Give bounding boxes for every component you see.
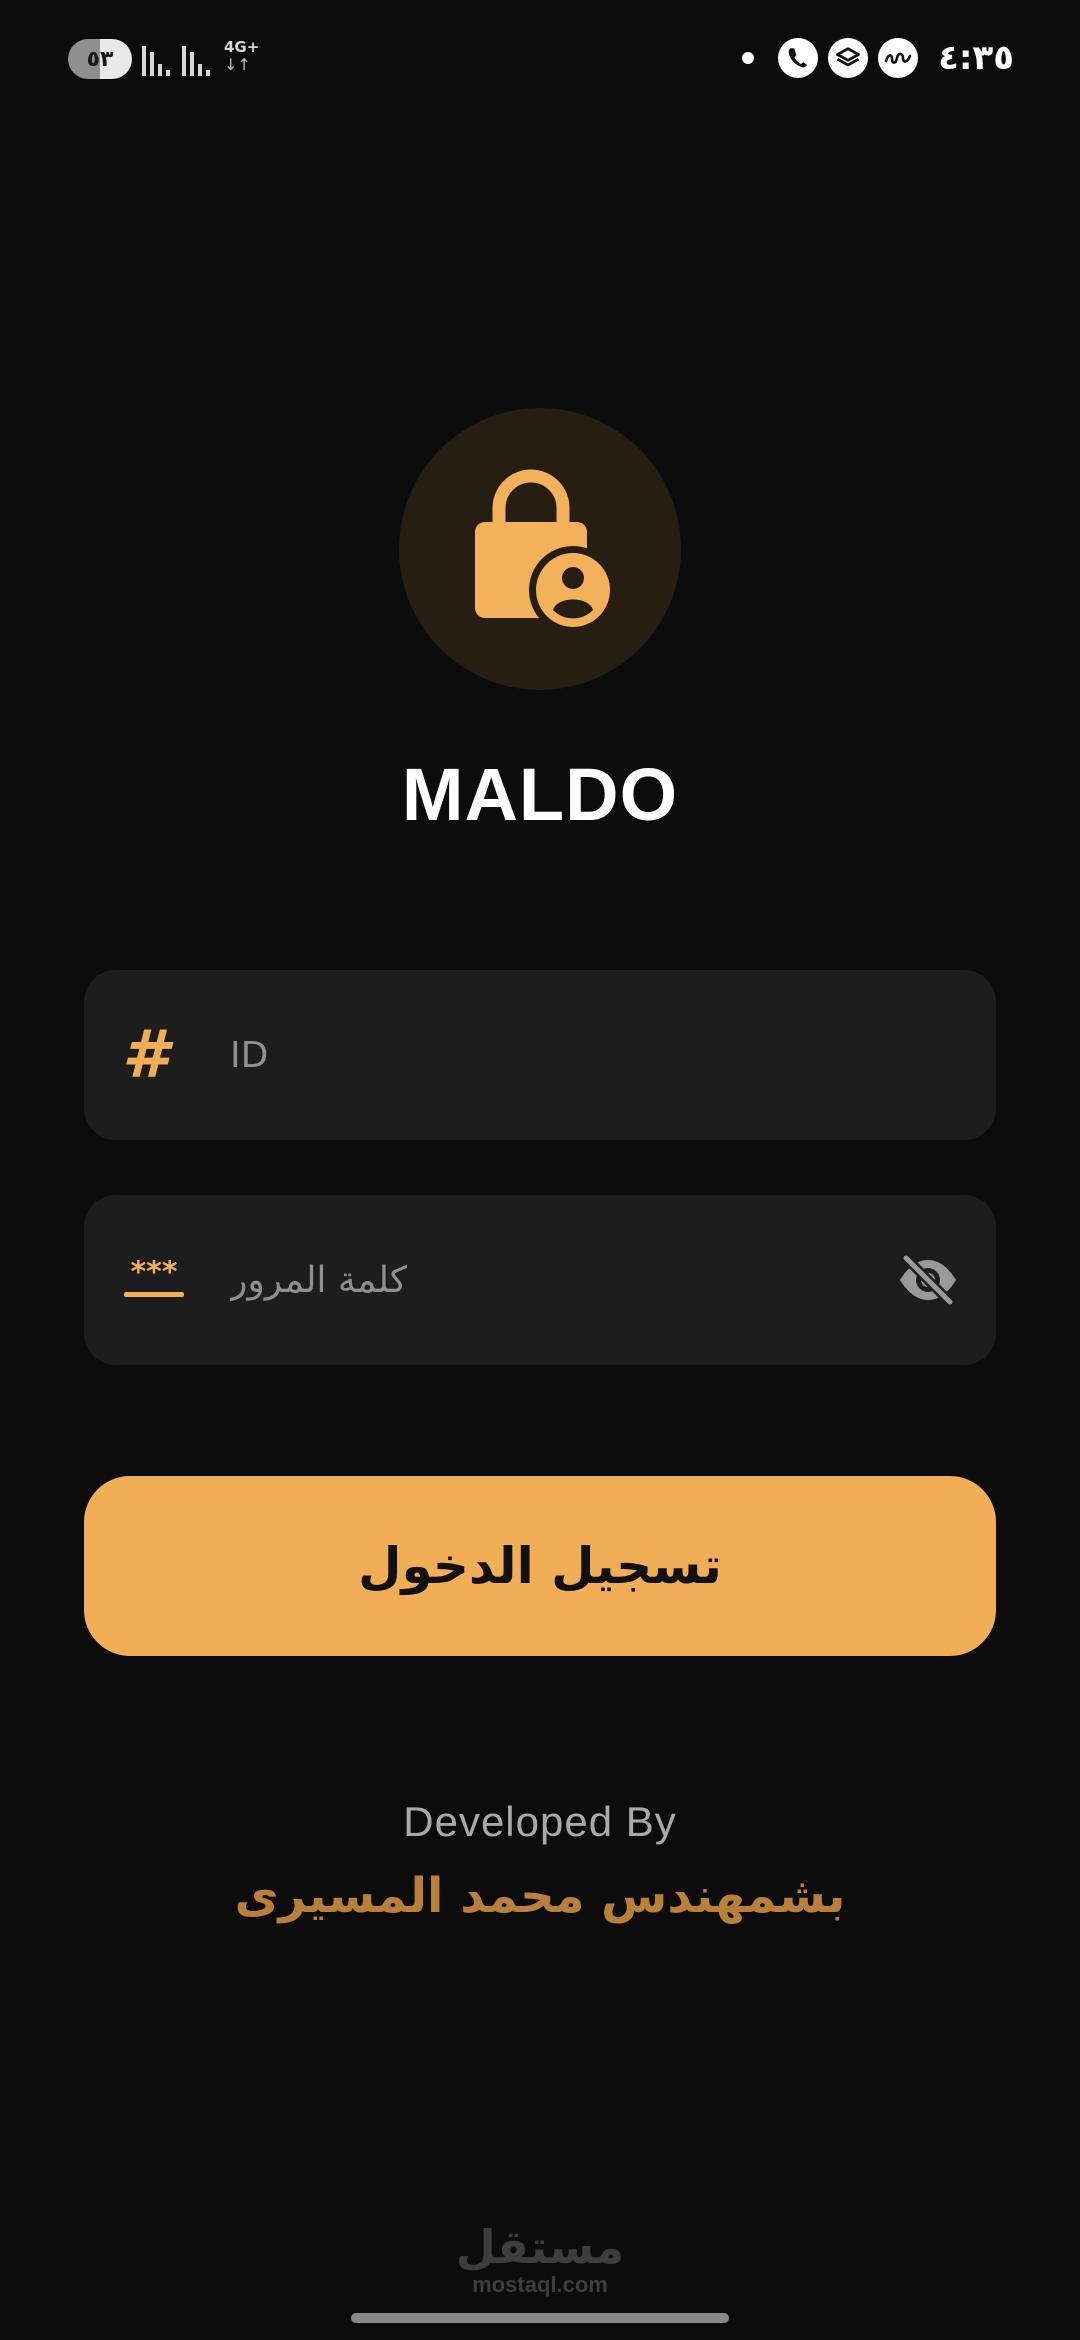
app-title: MALDO bbox=[401, 753, 679, 836]
svg-text:***: *** bbox=[130, 1260, 177, 1290]
password-stars-icon: *** bbox=[124, 1260, 184, 1297]
hash-icon: # bbox=[122, 1016, 168, 1093]
login-button[interactable]: تسجيل الدخول bbox=[84, 1476, 996, 1656]
lock-person-icon bbox=[475, 469, 615, 634]
viber-icon bbox=[778, 38, 819, 78]
watermark-arabic: مستقل bbox=[455, 2220, 625, 2274]
mostaql-watermark: مستقل mostaql.com bbox=[0, 2222, 1080, 2298]
sim-carrier-icon bbox=[878, 38, 919, 78]
notification-dot-icon bbox=[742, 52, 755, 64]
battery-indicator: ٥٣ bbox=[68, 39, 132, 79]
eye-off-icon[interactable] bbox=[896, 1252, 960, 1308]
stack-icon bbox=[828, 38, 869, 78]
developed-by-label: Developed By bbox=[403, 1798, 677, 1845]
status-right-group: ٤:٣٥ bbox=[742, 34, 1014, 82]
signal-icon bbox=[182, 42, 214, 76]
signal-icon bbox=[142, 42, 174, 76]
network-type: 4G+ ↓↑ bbox=[224, 38, 260, 74]
developer-name: بشمهندس محمد المسيرى bbox=[234, 1868, 846, 1924]
id-input[interactable] bbox=[230, 970, 850, 1140]
watermark-latin: mostaql.com bbox=[472, 2272, 608, 2297]
logo-badge bbox=[399, 408, 681, 690]
status-bar: ٥٣ 4G+ ↓↑ ٤:٣٥ bbox=[0, 0, 1080, 120]
clock: ٤:٣٥ bbox=[938, 38, 1014, 78]
password-input[interactable] bbox=[230, 1195, 850, 1365]
login-screen: ٥٣ 4G+ ↓↑ ٤:٣٥ MALDO # ID *** تسجيل الدخ… bbox=[0, 0, 1080, 2340]
password-field[interactable]: *** bbox=[84, 1195, 996, 1365]
id-field[interactable]: # bbox=[84, 970, 996, 1140]
home-indicator[interactable] bbox=[351, 2313, 729, 2323]
